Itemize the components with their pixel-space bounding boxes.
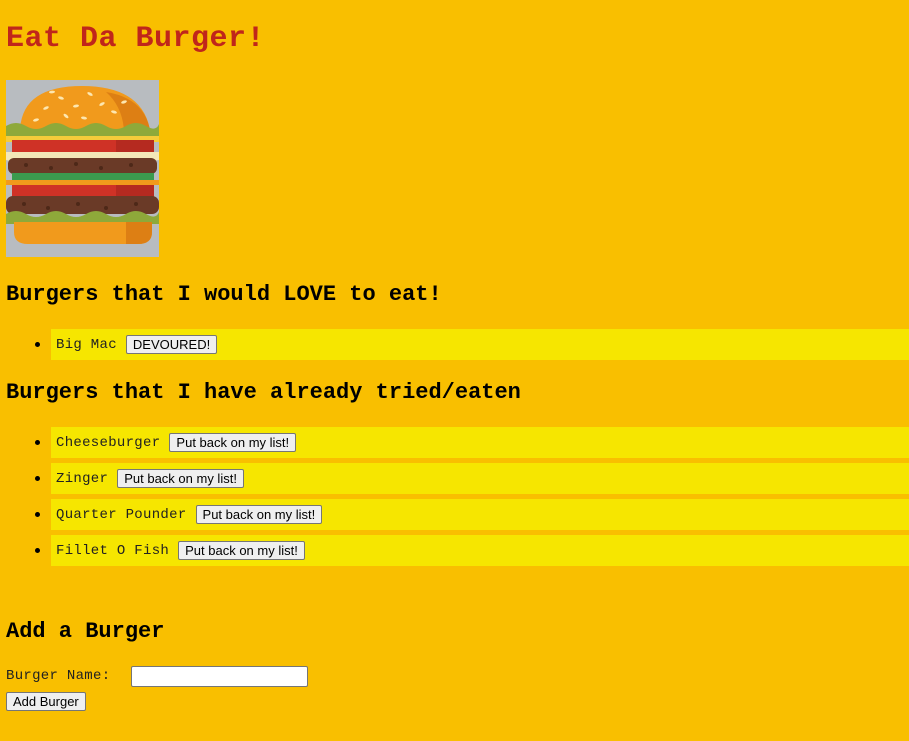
- put-back-button[interactable]: Put back on my list!: [178, 541, 305, 560]
- list-item: Fillet O Fish Put back on my list!: [35, 535, 909, 566]
- burger-name: Zinger: [56, 470, 109, 487]
- bullet-icon: [35, 512, 40, 517]
- burger-name-input[interactable]: [131, 666, 308, 687]
- list-item: Cheeseburger Put back on my list!: [35, 427, 909, 458]
- page-title: Eat Da Burger!: [6, 22, 266, 56]
- bullet-icon: [35, 548, 40, 553]
- put-back-button[interactable]: Put back on my list!: [195, 505, 323, 524]
- add-burger-heading: Add a Burger: [6, 619, 165, 644]
- add-burger-button[interactable]: Add Burger: [6, 692, 86, 711]
- burger-name: Quarter Pounder: [56, 506, 187, 523]
- list-item: Zinger Put back on my list!: [35, 463, 909, 494]
- burger-name: Cheeseburger: [56, 434, 161, 451]
- to-eat-list: Big Mac DEVOURED!: [0, 329, 909, 365]
- list-item: Big Mac DEVOURED!: [35, 329, 909, 360]
- burger-icon: [6, 80, 159, 257]
- list-item: Quarter Pounder Put back on my list!: [35, 499, 909, 530]
- put-back-button[interactable]: Put back on my list!: [169, 433, 297, 452]
- bullet-icon: [35, 342, 40, 347]
- eaten-heading: Burgers that I have already tried/eaten: [6, 380, 521, 405]
- eaten-list: Cheeseburger Put back on my list! Zinger…: [0, 427, 909, 571]
- to-eat-heading: Burgers that I would LOVE to eat!: [6, 282, 442, 307]
- burger-name: Big Mac: [56, 336, 117, 353]
- put-back-button[interactable]: Put back on my list!: [117, 469, 244, 488]
- burger-logo: [6, 80, 159, 257]
- burger-name-label: Burger Name:: [6, 668, 111, 684]
- bullet-icon: [35, 476, 40, 481]
- devour-button[interactable]: DEVOURED!: [125, 335, 218, 354]
- bullet-icon: [35, 440, 40, 445]
- burger-name: Fillet O Fish: [56, 542, 170, 559]
